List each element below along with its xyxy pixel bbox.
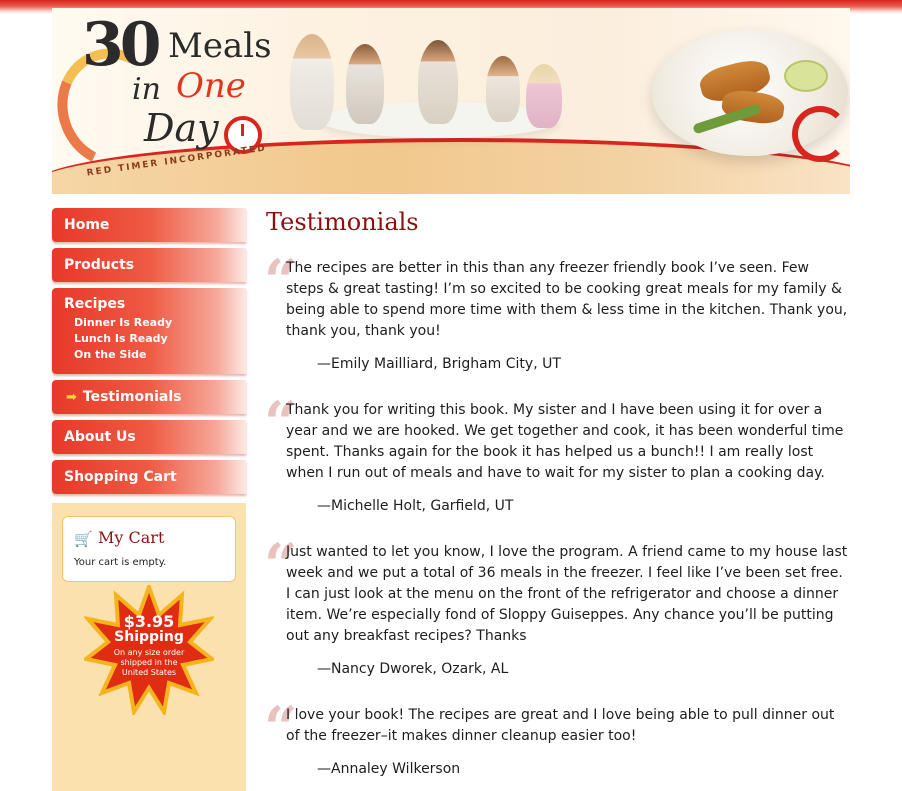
cart-title: My Cart (98, 528, 165, 547)
logo-meals: Meals (168, 26, 272, 66)
person-figure (346, 44, 384, 124)
logo-number: 30 (82, 10, 161, 80)
nav-about-us[interactable]: About Us (52, 420, 246, 454)
logo-in: in (132, 72, 161, 107)
promo-note-line: On any size order (113, 648, 185, 657)
nav-recipes[interactable]: Recipes (64, 296, 246, 312)
testimonial-author: —Emily Mailliard, Brigham City, UT (317, 356, 561, 372)
sidebar-cart-area: 🛒 My Cart Your cart is empty. $3.95 Ship… (52, 503, 246, 791)
shipping-promo-badge[interactable]: $3.95 Shipping On any size order shipped… (81, 581, 217, 718)
logo-one: One (176, 66, 246, 106)
page-title: Testimonials (266, 208, 419, 236)
promo-note-line: shipped in the (120, 658, 178, 667)
cart-status: Your cart is empty. (74, 557, 167, 568)
nav-testimonials-label: Testimonials (82, 389, 182, 405)
person-figure (418, 40, 458, 124)
testimonial-item: “ Just wanted to let you know, I love th… (264, 536, 850, 677)
promo-label: Shipping (114, 629, 184, 645)
testimonial-author: —Nancy Dworek, Ozark, AL (317, 661, 509, 677)
swirl-icon (792, 106, 848, 162)
testimonial-item: “ Thank you for writing this book. My si… (264, 394, 850, 514)
testimonial-text: Thank you for writing this book. My sist… (286, 402, 844, 481)
nav-dinner-is-ready[interactable]: Dinner Is Ready (74, 315, 246, 331)
nav-recipes-group: Recipes Dinner Is Ready Lunch Is Ready O… (52, 288, 246, 374)
promo-note-line: United States (121, 668, 177, 677)
nav-home[interactable]: Home (52, 208, 246, 242)
my-cart-box[interactable]: 🛒 My Cart Your cart is empty. (62, 516, 236, 582)
person-figure (526, 64, 562, 128)
testimonial-author: —Annaley Wilkerson (317, 761, 461, 777)
testimonial-text: Just wanted to let you know, I love the … (286, 544, 848, 644)
promo-text: $3.95 Shipping On any size order shipped… (84, 613, 214, 678)
logo-day: Day (144, 106, 219, 150)
testimonial-item: “ The recipes are better in this than an… (264, 252, 850, 372)
family-photo (290, 26, 580, 146)
promo-price: $3.95 (123, 612, 175, 631)
person-figure (486, 56, 520, 122)
sidebar-nav: Home Products Recipes Dinner Is Ready Lu… (52, 208, 246, 500)
lime-slice (784, 60, 828, 92)
testimonial-author: —Michelle Holt, Garfield, UT (317, 498, 514, 514)
arrow-right-icon: ➡ (66, 390, 77, 405)
nav-lunch-is-ready[interactable]: Lunch Is Ready (74, 331, 246, 347)
shopping-cart-icon: 🛒 (74, 530, 93, 548)
testimonial-text: The recipes are better in this than any … (286, 260, 848, 339)
header-banner: 30 Meals in One Day RED TIMER INCORPORAT… (52, 8, 850, 194)
nav-testimonials[interactable]: ➡ Testimonials (52, 380, 246, 414)
person-figure (290, 34, 334, 130)
nav-on-the-side[interactable]: On the Side (74, 347, 246, 363)
testimonial-item: “ I love your book! The recipes are grea… (264, 699, 850, 777)
nav-products[interactable]: Products (52, 248, 246, 282)
testimonial-text: I love your book! The recipes are great … (286, 707, 835, 744)
nav-shopping-cart[interactable]: Shopping Cart (52, 460, 246, 494)
